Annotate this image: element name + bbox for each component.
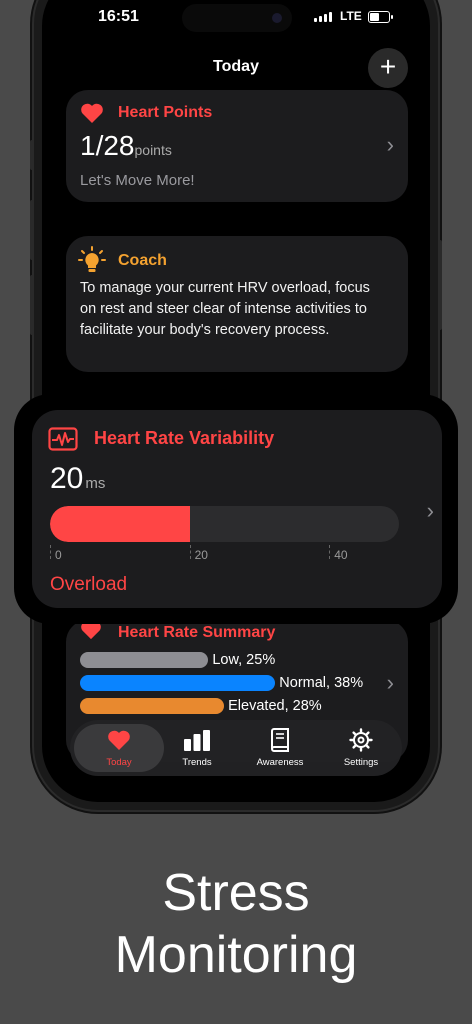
status-time: 16:51 — [98, 8, 139, 25]
tab-settings-label: Settings — [343, 757, 379, 768]
battery-icon — [368, 11, 393, 23]
status-bar: 16:51 LTE — [42, 4, 430, 32]
hrv-gauge-track — [50, 506, 399, 542]
phone-side-button — [30, 140, 34, 170]
gauge-tick — [50, 545, 51, 559]
heart-points-title: Heart Points — [118, 104, 213, 121]
tab-bar: Today Trends Awareness Settings — [70, 720, 402, 776]
heart-icon — [81, 103, 103, 123]
summary-row: Low, 25% — [80, 652, 275, 668]
hrv-title: Heart Rate Variability — [94, 428, 275, 448]
coach-message: To manage your current HRV overload, foc… — [80, 280, 370, 338]
heart-points-value: 1/28points — [80, 130, 172, 161]
tab-today[interactable]: Today — [84, 720, 154, 776]
phone-side-button — [30, 275, 34, 335]
chevron-right-icon: › — [426, 498, 434, 523]
gauge-tick — [189, 545, 191, 559]
network-label: LTE — [340, 9, 362, 23]
caption-line-1: Stress — [162, 864, 310, 922]
gauge-tick-label: 0 — [55, 548, 62, 562]
summary-row: Elevated, 28% — [80, 698, 322, 714]
gauge-tick-label: 20 — [194, 548, 208, 562]
add-button[interactable]: + — [368, 48, 408, 88]
tab-awareness-label: Awareness — [256, 757, 304, 768]
summary-bar — [80, 652, 209, 668]
heart-rate-monitor-icon — [48, 427, 78, 451]
chevron-right-icon: › — [386, 670, 394, 695]
signal-icon — [314, 12, 332, 22]
tab-trends-label: Trends — [182, 757, 212, 768]
tab-trends[interactable]: Trends — [162, 720, 232, 776]
tab-awareness[interactable]: Awareness — [245, 720, 315, 776]
tab-today-label: Today — [106, 757, 132, 768]
marketing-caption: Stress Monitoring — [0, 862, 472, 986]
hrv-value: 20 ms — [50, 462, 106, 495]
chevron-right-icon: › — [386, 132, 394, 157]
summary-label: Normal, 38% — [279, 675, 364, 691]
gauge-tick-label: 40 — [334, 548, 348, 562]
hrv-gauge-fill — [50, 506, 190, 542]
heart-rate-summary-title: Heart Rate Summary — [118, 624, 276, 641]
summary-label: Low, 25% — [212, 652, 276, 668]
summary-label: Elevated, 28% — [228, 698, 322, 714]
phone-side-button — [30, 200, 34, 260]
caption-line-2: Monitoring — [114, 926, 358, 984]
heart-icon — [108, 730, 130, 750]
heart-points-subtitle: Let's Move More! — [80, 172, 195, 189]
summary-bar — [80, 675, 276, 691]
coach-card[interactable]: Coach To manage your current HRV overloa… — [66, 236, 408, 372]
lightbulb-icon — [78, 246, 106, 272]
camera-icon — [272, 13, 282, 23]
gear-icon — [349, 728, 373, 752]
gauge-tick — [329, 545, 331, 559]
hrv-status: Overload — [50, 574, 128, 595]
book-icon — [271, 728, 289, 752]
heart-points-card[interactable]: Heart Points 1/28points Let's Move More!… — [66, 90, 408, 202]
hrv-card-frame: Heart Rate Variability 20 ms 0 20 40 Overlo… — [14, 394, 458, 624]
summary-bar — [80, 698, 225, 714]
tab-settings[interactable]: Settings — [326, 720, 396, 776]
hrv-card[interactable]: Heart Rate Variability 20 ms 0 20 40 Overlo… — [32, 410, 442, 608]
phone-side-button — [438, 240, 442, 330]
summary-row: Normal, 38% — [80, 675, 363, 691]
bar-chart-icon — [184, 730, 210, 751]
coach-title: Coach — [118, 252, 167, 269]
